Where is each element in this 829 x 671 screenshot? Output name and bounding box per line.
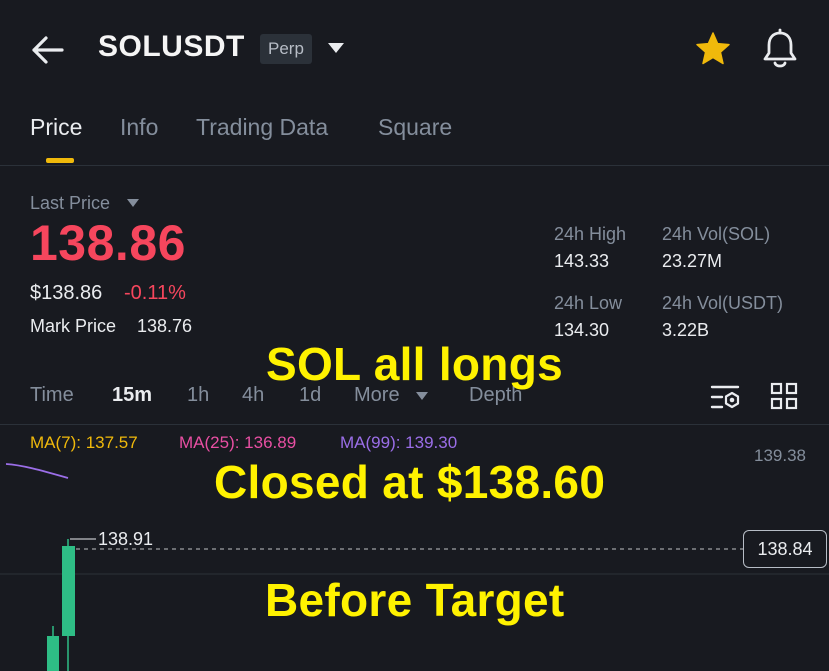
back-arrow-icon[interactable] [28,32,68,68]
price-change-percent: -0.11% [124,282,186,304]
overlay-caption-line-3: Before Target [265,574,565,626]
stat-24h-vol-usdt-label: 24h Vol(USDT) [662,293,784,313]
mark-price-value: 138.76 [137,316,193,336]
last-price-value: 138.86 [30,215,186,271]
overlay-caption-line-2: Closed at $138.60 [214,456,606,508]
stat-24h-vol-sol-label: 24h Vol(SOL) [662,224,771,244]
chart-high-label: 138.91 [98,529,154,549]
toolbar-divider [0,424,829,425]
candle-body [47,636,59,671]
tabs-divider [0,165,829,166]
bell-icon[interactable] [760,28,800,70]
more-caret-icon[interactable] [415,391,429,401]
tab-price[interactable]: Price [30,114,82,141]
active-tab-indicator [46,158,74,163]
stat-24h-high-label: 24h High [554,224,627,244]
overlay-caption-line-1: SOL all longs [266,338,563,390]
star-icon[interactable] [694,30,732,68]
tab-info[interactable]: Info [120,114,158,141]
stat-24h-low-label: 24h Low [554,293,623,313]
tab-square[interactable]: Square [378,114,452,141]
symbol-title[interactable]: SOLUSDT [98,30,245,64]
last-price-caret-icon[interactable] [126,198,140,208]
usd-price: $138.86 [30,282,103,304]
tab-trading-data[interactable]: Trading Data [196,114,328,141]
contract-type-badge: Perp [260,34,312,64]
stat-24h-vol-sol-value: 23.27M [662,251,723,271]
stat-24h-high-value: 143.33 [554,251,610,271]
caret-down-icon[interactable] [325,40,347,56]
current-price-tag: 138.84 [743,530,827,568]
mark-price-label: Mark Price [30,316,117,336]
last-price-label[interactable]: Last Price [30,193,110,214]
